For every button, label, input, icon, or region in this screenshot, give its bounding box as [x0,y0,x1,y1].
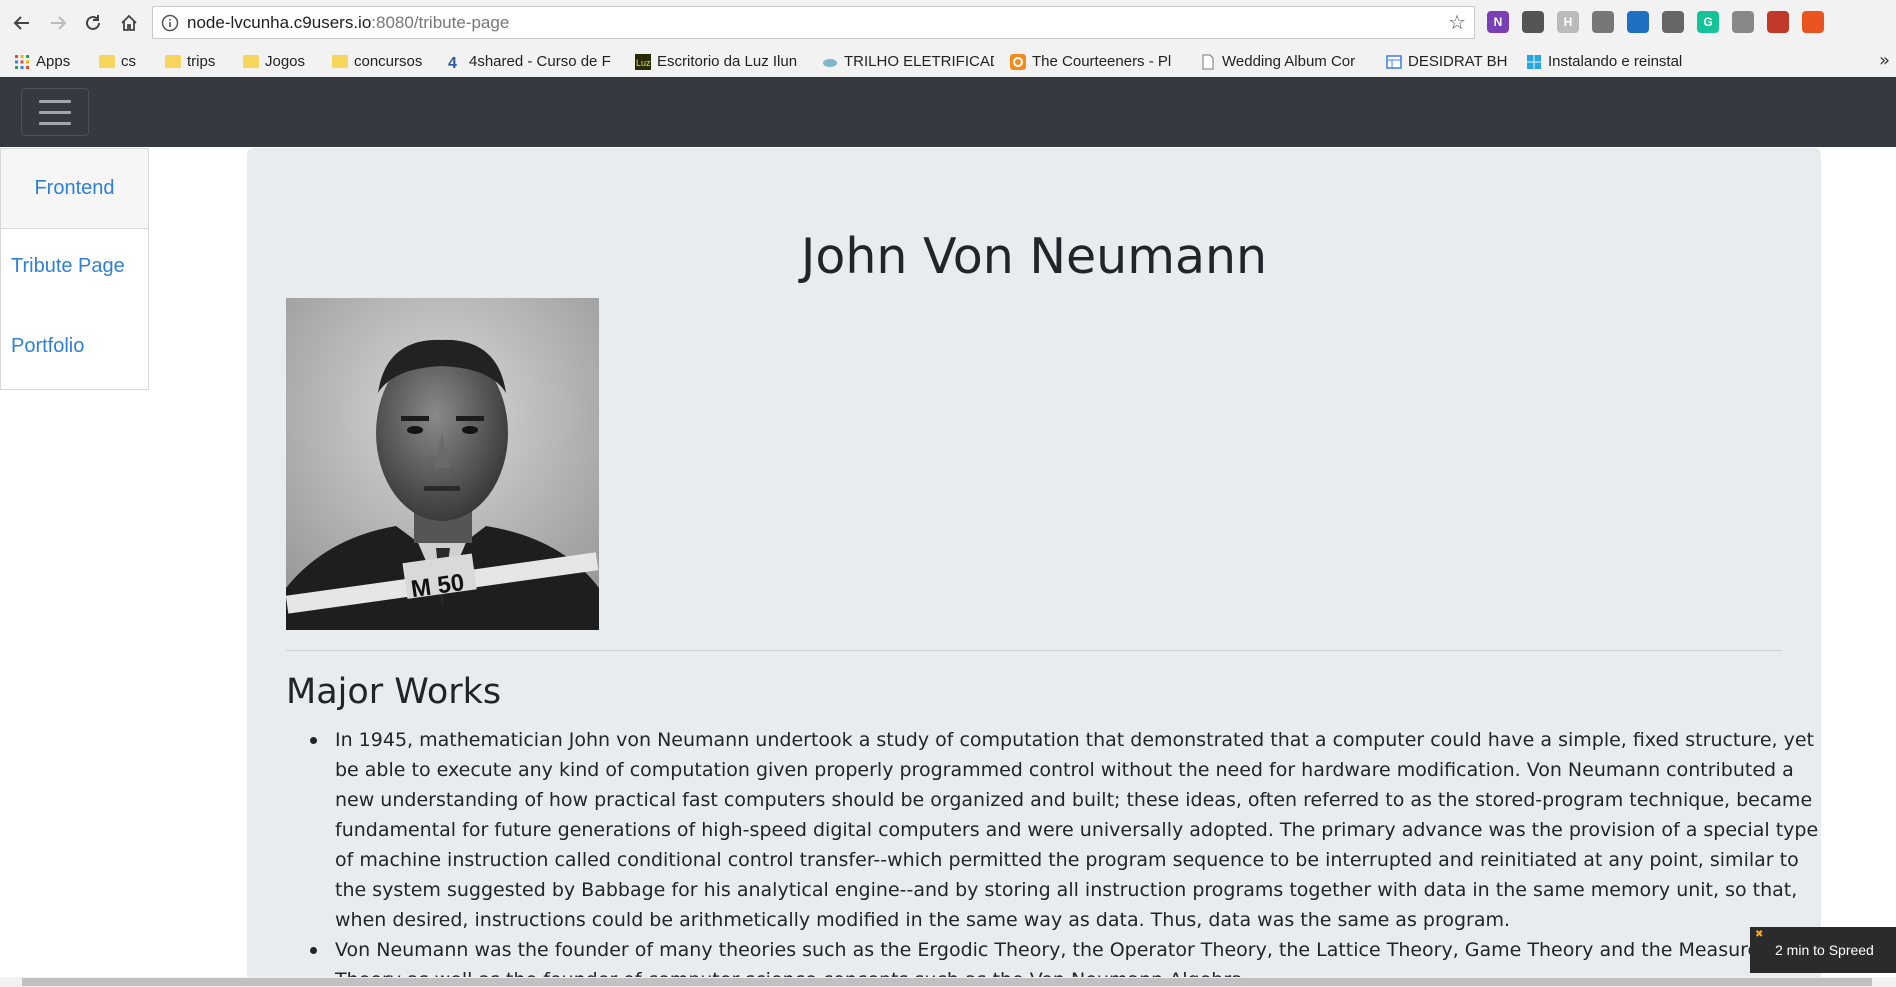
bookmark-label: TRILHO ELETRIFICAD [844,53,994,70]
page-icon [1200,54,1216,70]
timer-text: 2 min to Spreed [1775,942,1874,958]
onenote-icon[interactable]: N [1487,11,1509,33]
bookmark-escritorio[interactable]: Luz Escritorio da Luz Ilun [635,46,805,77]
bird-icon [822,54,838,70]
luz-icon: Luz [635,53,651,70]
bookmark-star-icon[interactable]: ☆ [1448,12,1466,32]
navbar [0,77,1896,147]
bookmarks-bar: Apps cs trips Jogos concursos 4 4shared - Curs… [0,46,1896,78]
bookmark-trilho[interactable]: TRILHO ELETRIFICAD [822,46,994,77]
sidebar-menu: Frontend Tribute Page Portfolio [0,148,149,390]
section-heading: Major Works [286,672,502,712]
bookmark-concursos[interactable]: concursos [332,46,434,77]
bookmark-jogos[interactable]: Jogos [243,46,316,77]
bookmark-label: Jogos [265,53,306,70]
major-works-list: In 1945, mathematician John von Neumann … [286,725,1821,987]
address-bar[interactable]: node-lvcunha.c9users.io:8080/tribute-pag… [152,6,1475,39]
bookmark-label: Apps [36,53,71,70]
sidebar-item-portfolio[interactable]: Portfolio [11,335,84,358]
url-text: node-lvcunha.c9users.io:8080/tribute-pag… [187,13,510,32]
close-icon[interactable]: ✖ [1755,929,1763,940]
books-icon[interactable] [1592,11,1614,33]
svg-text:4: 4 [448,55,457,70]
hypothesis-icon[interactable]: H [1557,11,1579,33]
divider [286,650,1782,651]
home-icon [121,14,137,31]
page-title: John Von Neumann [800,228,1268,285]
trello-icon[interactable] [1627,11,1649,33]
4shared-icon: 4 [447,54,463,70]
hamburger-icon-line [39,110,71,114]
bookmark-instalando[interactable]: Instalando e reinstal [1526,46,1698,77]
hamburger-icon-line [39,121,71,125]
folder-icon [243,55,259,68]
hamburger-icon [39,99,71,103]
orange-icon [1010,53,1026,70]
bookmark-label: The Courteeners - Pl [1032,53,1172,70]
bookmark-label: Escritorio da Luz Ilun [657,53,798,70]
bookmark-label: 4shared - Curso de F [469,53,611,70]
back-button[interactable] [9,10,35,36]
sidebar-item-tribute-page[interactable]: Tribute Page [11,255,125,278]
apps-icon [14,54,30,70]
ubuntu-icon[interactable] [1802,11,1824,33]
pocket-icon[interactable] [1662,11,1684,33]
bookmark-label: DESIDRAT BH [1408,53,1508,70]
bookmark-wedding[interactable]: Wedding Album Cor [1200,46,1370,77]
horizontal-scrollbar[interactable] [0,977,1896,987]
bookmark-label: trips [187,53,216,70]
spreed-timer-popup[interactable]: ✖ 2 min to Spreed [1750,927,1896,973]
grammarly-icon[interactable]: G [1697,11,1719,33]
list-item: In 1945, mathematician John von Neumann … [310,725,1821,935]
portrait-image: M 50 [286,298,599,630]
sidebar-item-frontend[interactable]: Frontend [1,149,148,229]
bookmark-trips[interactable]: trips [165,46,230,77]
scrollbar-thumb[interactable] [22,978,1872,986]
bookmark-apps[interactable]: Apps [14,46,88,77]
bookmark-4shared[interactable]: 4 4shared - Curso de F [447,46,617,77]
navbar-toggler-button[interactable] [21,88,89,136]
svg-text:Luz: Luz [636,58,651,68]
info-icon[interactable] [161,14,179,32]
bookmark-courteeners[interactable]: The Courteeners - Pl [1010,46,1182,77]
windows-icon [1526,54,1542,70]
bookmark-desidrat[interactable]: DESIDRAT BH [1386,46,1513,77]
bookmarks-overflow-button[interactable]: » [1879,50,1890,71]
folder-icon [332,55,348,68]
back-arrow-icon [13,16,29,30]
main-jumbotron: John Von Neumann M 50 Major Works In 194… [247,148,1821,987]
bookmark-label: Wedding Album Cor [1222,53,1356,70]
table-icon [1386,54,1402,70]
reload-button[interactable] [80,10,106,36]
bookmark-cs[interactable]: cs [99,46,149,77]
folder-icon [165,55,181,68]
browser-toolbar: node-lvcunha.c9users.io:8080/tribute-pag… [0,0,1896,46]
screenshot-icon[interactable] [1732,11,1754,33]
puzzle-icon[interactable] [1767,11,1789,33]
home-button[interactable] [116,10,142,36]
rocket-icon[interactable] [1522,11,1544,33]
forward-button[interactable] [45,10,71,36]
forward-arrow-icon [51,16,67,30]
bookmark-label: Instalando e reinstal [1548,53,1683,70]
folder-icon [99,55,115,68]
reload-icon [86,15,100,30]
bookmark-label: concursos [354,53,423,70]
bookmark-label: cs [121,53,136,70]
